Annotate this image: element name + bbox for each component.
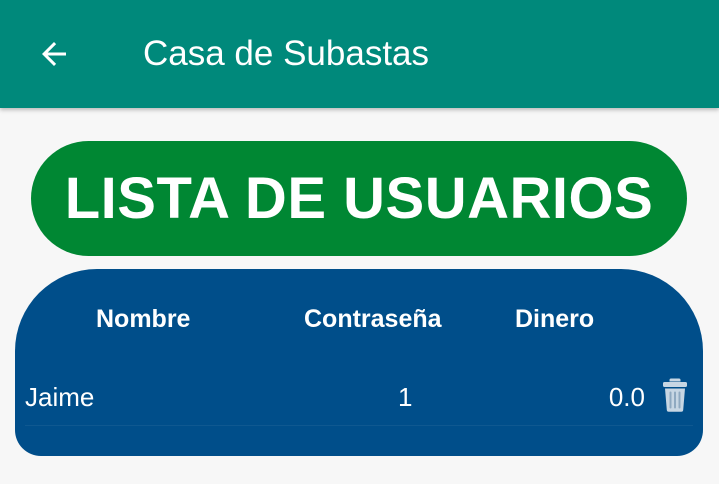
page-title: LISTA DE USUARIOS	[64, 166, 654, 231]
app-title: Casa de Subastas	[143, 34, 430, 73]
cell-contrasena: 1	[398, 382, 413, 412]
row-divider	[25, 425, 693, 426]
column-header-nombre: Nombre	[96, 305, 191, 333]
column-header-dinero: Dinero	[515, 305, 595, 333]
column-header-contrasena: Contraseña	[304, 305, 442, 333]
back-button[interactable]	[22, 24, 86, 84]
cell-nombre: Jaime	[25, 382, 95, 412]
page-title-banner: LISTA DE USUARIOS	[31, 141, 687, 256]
cell-dinero: 0.0	[608, 382, 645, 412]
arrow-left-icon	[42, 42, 66, 66]
users-table: Nombre Contraseña Dinero Jaime 1 0.0	[15, 269, 703, 456]
trash-icon	[663, 378, 687, 412]
delete-user-button[interactable]	[655, 373, 695, 417]
app-bar: Casa de Subastas	[0, 0, 719, 108]
